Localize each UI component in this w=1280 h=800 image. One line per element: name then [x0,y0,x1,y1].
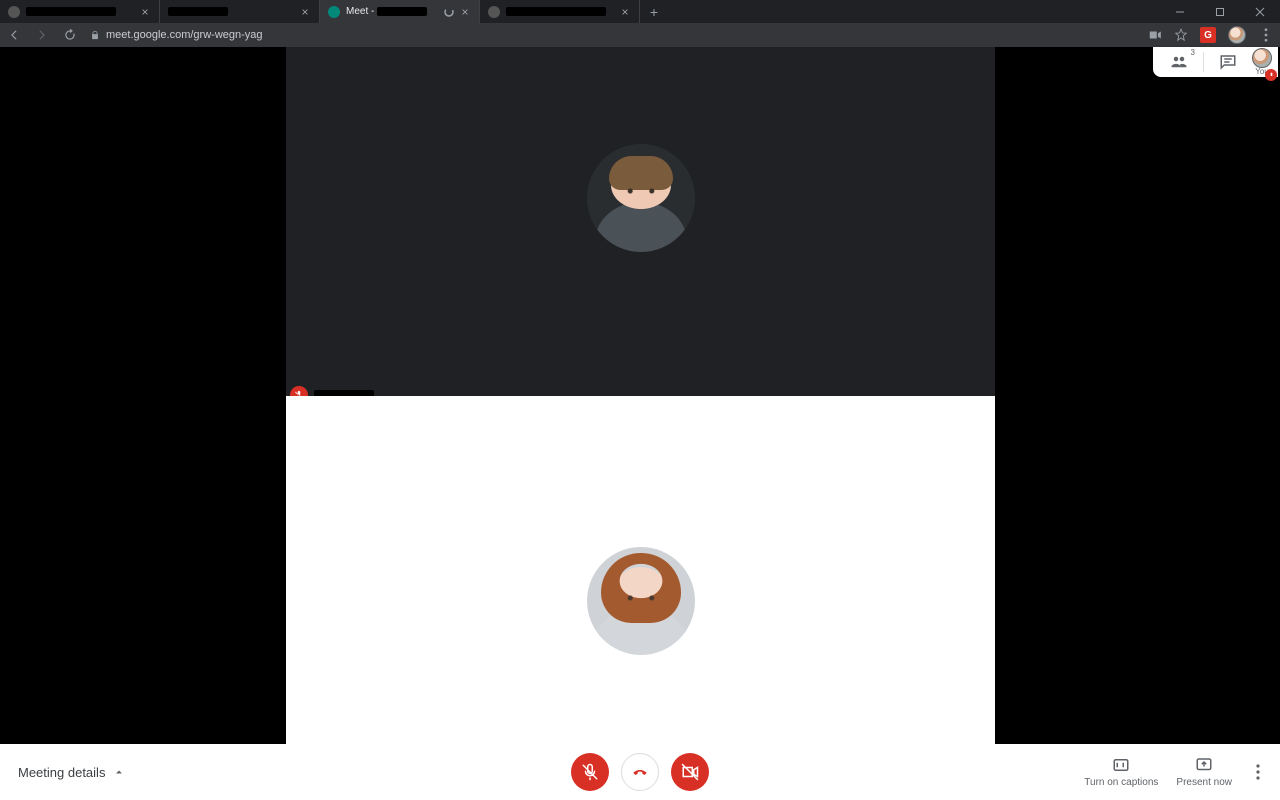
profile-avatar[interactable] [1228,26,1246,44]
bookmark-star-icon[interactable] [1174,28,1188,42]
maximize-button[interactable] [1200,0,1240,23]
tab-title [168,6,295,17]
participant-avatar [587,144,695,252]
participant-tile[interactable] [286,47,995,396]
bottom-control-bar: Meeting details Turn on captions Present… [0,744,1280,800]
self-muted-icon [1265,69,1277,81]
tab-title [506,6,615,17]
tab-title: Meet - [346,6,439,17]
participant-count: 3 [1191,48,1195,57]
close-window-button[interactable] [1240,0,1280,23]
lock-icon [90,30,100,40]
toggle-camera-button[interactable] [671,753,709,791]
close-icon[interactable]: × [139,6,151,18]
tab-favicon [8,6,20,18]
close-icon[interactable]: × [619,6,631,18]
browser-tab[interactable]: × [0,0,160,23]
new-tab-button[interactable]: + [640,0,668,23]
loading-spinner-icon [443,6,455,18]
meet-viewport: 3 You [0,47,1280,744]
right-controls: Turn on captions Present now [1084,756,1266,788]
forward-button[interactable] [34,27,50,43]
browser-menu-button[interactable] [1258,27,1274,43]
meet-favicon-icon [328,6,340,18]
close-icon[interactable]: × [459,6,471,18]
camera-icon[interactable] [1148,28,1162,42]
self-thumbnail[interactable]: You [1252,48,1272,76]
browser-tab-bar: × × Meet - × × + [0,0,1280,23]
participant-avatar [587,547,695,655]
extension-g-icon[interactable]: G [1200,27,1216,43]
more-options-button[interactable] [1250,764,1266,780]
tab-title [26,6,135,17]
call-controls [571,753,709,791]
video-stage [286,47,995,744]
separator [1203,52,1204,72]
reload-button[interactable] [62,27,78,43]
tab-favicon [488,6,500,18]
chevron-up-icon [113,766,125,778]
browser-tab[interactable]: × [160,0,320,23]
captions-label: Turn on captions [1084,777,1158,788]
back-button[interactable] [6,27,22,43]
meeting-details-label: Meeting details [18,765,105,780]
window-controls [1160,0,1280,23]
browser-tab[interactable]: × [480,0,640,23]
hang-up-button[interactable] [621,753,659,791]
participants-button[interactable]: 3 [1165,50,1193,74]
top-right-panel: 3 You [1153,47,1278,77]
present-button[interactable]: Present now [1176,756,1232,788]
self-avatar [1252,48,1272,68]
meeting-details-button[interactable]: Meeting details [18,765,125,780]
close-icon[interactable]: × [299,6,311,18]
toggle-mic-button[interactable] [571,753,609,791]
url-field[interactable]: meet.google.com/grw-wegn-yag [90,29,263,41]
participant-tile[interactable] [286,396,995,744]
browser-tab-active[interactable]: Meet - × [320,0,480,23]
minimize-button[interactable] [1160,0,1200,23]
address-bar: meet.google.com/grw-wegn-yag G [0,23,1280,47]
present-label: Present now [1176,777,1232,788]
captions-button[interactable]: Turn on captions [1084,756,1158,788]
url-text: meet.google.com/grw-wegn-yag [106,29,263,41]
chat-button[interactable] [1214,50,1242,74]
